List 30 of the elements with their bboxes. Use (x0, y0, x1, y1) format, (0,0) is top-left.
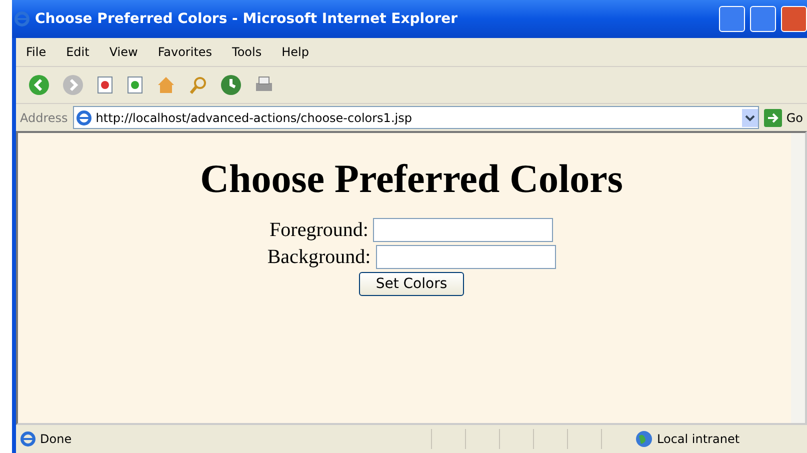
browser-logo-icon (20, 431, 36, 447)
maximize-button[interactable] (750, 6, 776, 32)
address-label: Address (20, 110, 68, 124)
search-icon[interactable] (188, 75, 208, 95)
home-icon[interactable] (156, 75, 176, 95)
browser-logo-icon (14, 11, 30, 27)
input-field[interactable] (376, 245, 556, 269)
dropdown-icon[interactable] (742, 108, 758, 126)
scrollbar[interactable] (791, 133, 805, 423)
zone-text: Local intranet (657, 432, 741, 446)
window-title: Choose Preferred Colors - Microsoft Internet Explorer (35, 11, 459, 27)
field-label: Background: (267, 246, 371, 268)
go-button[interactable]: Go (764, 108, 803, 126)
menu-item[interactable]: Edit (56, 45, 100, 59)
menu-item[interactable]: File (16, 45, 56, 59)
set-colors-button[interactable]: Set Colors (358, 272, 464, 296)
status-text: Done (40, 432, 73, 446)
menu-item[interactable]: Help (272, 45, 319, 59)
menu-item[interactable]: Favorites (148, 45, 222, 59)
page-heading: Choose Preferred Colors (200, 155, 623, 202)
input-field[interactable] (373, 218, 554, 242)
minimize-button[interactable] (719, 6, 745, 32)
menu-item[interactable]: View (99, 45, 148, 59)
clock-icon[interactable] (220, 74, 242, 96)
browser-logo-icon (76, 110, 92, 126)
menu-item[interactable]: Tools (222, 45, 272, 59)
close-button[interactable] (781, 6, 807, 32)
globe-icon (635, 430, 653, 448)
field-label: Foreground: (270, 218, 368, 242)
address-field[interactable]: http://localhost/advanced-actions/choose-colors1.jsp (72, 106, 760, 129)
